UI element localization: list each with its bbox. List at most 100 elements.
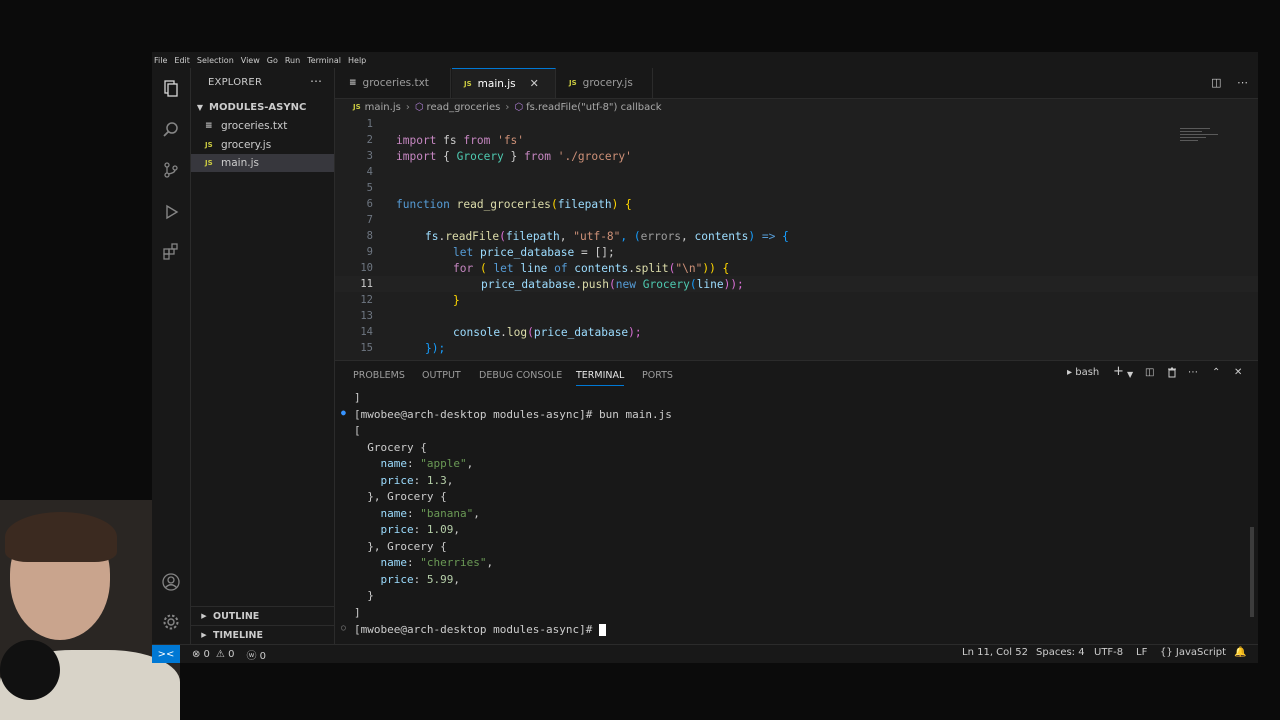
keyword: import [396,133,437,147]
bracket: ( [689,277,697,291]
explorer-more-icon[interactable]: ⋯ [310,74,322,88]
account-icon[interactable] [161,572,181,592]
tab-ports[interactable]: PORTS [642,361,673,389]
indentation[interactable]: Spaces: 4 [1036,647,1085,658]
bracket: )) { [702,261,730,275]
remote-indicator[interactable]: >< [152,645,180,663]
function-name: read_groceries [449,197,551,211]
function-name: push [582,277,609,291]
kill-terminal-icon[interactable] [1167,367,1177,381]
terminal-line: name: "cherries", [354,556,494,569]
keyword: new [615,277,636,291]
add-terminal-icon[interactable]: + [1113,364,1124,379]
file-label: groceries.txt [221,120,288,132]
folder-modules-async[interactable]: ▼ MODULES-ASYNC [191,98,334,116]
code-line: 15}); [335,340,1258,356]
warnings-count[interactable]: ⚠ 0 [216,649,235,660]
parameter: filepath [557,197,612,211]
tab-problems[interactable]: PROBLEMS [353,361,405,389]
tab-label: grocery.js [582,77,633,89]
breadcrumb-function[interactable]: read_groceries [427,102,501,113]
menu-selection[interactable]: Selection [197,56,234,65]
code-text: price_database.push(new Grocery(line)); [481,278,744,291]
keyword: let [453,245,474,259]
menu-edit[interactable]: Edit [174,56,190,65]
split-terminal-icon[interactable]: ◫ [1145,367,1154,378]
terminal-scrollbar[interactable] [1250,527,1254,617]
source-control-icon[interactable] [161,160,181,180]
file-main-js[interactable]: JS main.js [191,154,334,172]
search-icon[interactable] [161,120,181,140]
code-line: 8 fs.readFile(filepath, "utf-8", (errors,… [335,228,1258,244]
menu-help[interactable]: Help [348,56,366,65]
code-line: 2 import fs from 'fs' [335,132,1258,148]
chevron-down-icon[interactable]: ▼ [1127,370,1133,379]
string: "utf-8" [573,229,621,243]
code-editor[interactable]: 1 2 import fs from 'fs' 3 import { Grocery… [335,116,1258,360]
explorer-icon[interactable] [161,78,181,98]
line-ending[interactable]: LF [1136,647,1147,658]
terminal-line: ] [354,391,361,404]
identifier: console [453,325,501,339]
maximize-panel-icon[interactable]: ⌃ [1212,367,1220,378]
file-groceries-txt[interactable]: ≡ groceries.txt [191,117,334,135]
terminal-line: name: "apple", [354,457,474,470]
function-icon: ⬡ [514,101,524,113]
identifier: fs [425,229,439,243]
errors-count[interactable]: ⊗ 0 [192,649,210,660]
terminal-line: name: "banana", [354,507,480,520]
function-name: split [634,261,669,275]
command-status-icon[interactable]: ● [341,408,346,417]
cursor-position[interactable]: Ln 11, Col 52 [962,647,1028,658]
bracket: ( [527,325,534,339]
outline-section[interactable]: ▶ OUTLINE [191,606,334,625]
terminal-command: bun main.js [599,408,672,421]
timeline-section[interactable]: ▶ TIMELINE [191,625,334,644]
tab-output[interactable]: OUTPUT [422,361,461,389]
command-status-icon[interactable]: ○ [341,623,346,632]
menu-terminal[interactable]: Terminal [307,56,341,65]
more-actions-icon[interactable]: ⋯ [1237,76,1248,89]
menu-file[interactable]: File [154,56,167,65]
terminal-output[interactable]: ] ● [mwobee@arch-desktop modules-async]#… [335,389,1258,645]
shell-name: bash [1075,367,1100,378]
bell-icon[interactable]: 🔔 [1234,647,1246,658]
ports-count[interactable]: ⓦ 0 [246,647,266,662]
breadcrumb-file[interactable]: main.js [365,102,401,113]
breadcrumb-callback[interactable]: fs.readFile("utf-8") callback [526,102,662,113]
object-key: name [354,457,407,470]
tab-grocery-js[interactable]: JS grocery.js [557,68,653,98]
tab-groceries-txt[interactable]: ≡ groceries.txt [335,68,451,98]
code-line-current: 11 price_database.push(new Grocery(line))… [335,276,1258,292]
editor-tabs: ≡ groceries.txt JS main.js ✕ JS grocery.… [335,68,1258,99]
encoding[interactable]: UTF-8 [1094,647,1123,658]
terminal-line: [ [354,424,361,437]
tab-terminal[interactable]: TERMINAL [576,361,625,389]
language-mode[interactable]: {} JavaScript [1160,647,1226,658]
menu-run[interactable]: Run [285,56,300,65]
split-editor-icon[interactable]: ◫ [1211,76,1221,89]
more-icon[interactable]: ⋯ [1188,367,1198,378]
menu-go[interactable]: Go [267,56,278,65]
keyword: function [396,197,450,211]
tab-label: main.js [477,77,516,90]
string: './grocery' [557,149,632,163]
close-panel-icon[interactable]: ✕ [1234,367,1242,378]
close-icon[interactable]: ✕ [530,77,539,90]
object-key: price [354,523,414,536]
code-line: 3 import { Grocery } from './grocery' [335,148,1258,164]
code-token: . [500,325,507,339]
menu-view[interactable]: View [241,56,260,65]
code-token: . [628,261,635,275]
terminal-shell-selector[interactable]: ▸ bash [1067,367,1099,378]
run-debug-icon[interactable] [161,202,181,222]
code-text: for ( let line of contents.split("\n")) … [453,262,729,275]
tab-main-js[interactable]: JS main.js ✕ [452,68,556,98]
extensions-icon[interactable] [161,242,181,262]
file-grocery-js[interactable]: JS grocery.js [191,136,334,154]
manage-gear-icon[interactable] [161,612,181,632]
js-file-icon: JS [353,103,361,111]
menu-bar: File Edit Selection View Go Run Terminal… [152,52,1258,68]
tab-debug-console[interactable]: DEBUG CONSOLE [479,361,562,389]
